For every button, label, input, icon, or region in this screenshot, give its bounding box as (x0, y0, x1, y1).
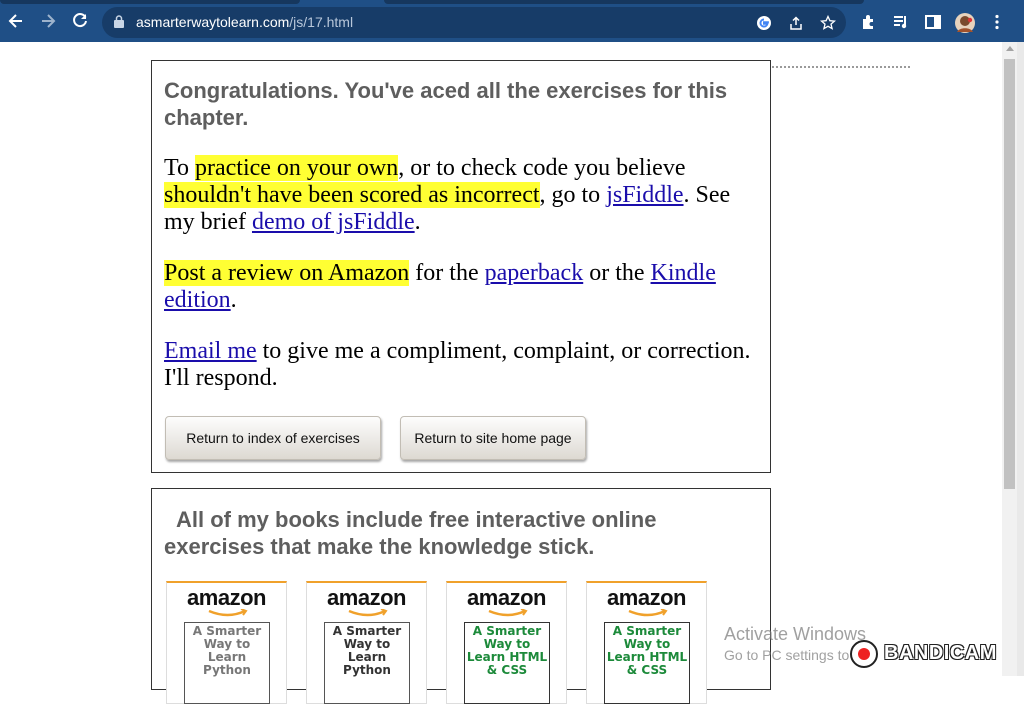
vertical-scrollbar[interactable] (1002, 42, 1017, 676)
amazon-smile-icon (348, 609, 388, 617)
book-card[interactable]: amazon A Smarter Way to Learn HTML & CSS (446, 581, 567, 704)
recorder-watermark: BANDICAM (850, 640, 1008, 670)
book-card[interactable]: amazon A Smarter Way to Learn Python (166, 581, 287, 704)
text-segment: , or to check code you believe (398, 155, 686, 181)
book-cover: A Smarter Way to Learn Python (324, 622, 410, 704)
record-icon (850, 640, 878, 668)
text-segment: . (414, 209, 421, 235)
amazon-logo: amazon (607, 585, 686, 610)
menu-icon[interactable] (988, 13, 1006, 31)
jsfiddle-link[interactable]: jsFiddle (606, 182, 683, 208)
text-segment: . (230, 287, 237, 313)
text-segment: or the (583, 260, 651, 286)
extensions-icon[interactable] (860, 13, 878, 31)
media-icon[interactable] (892, 13, 910, 31)
books-card: All of my books include free interactive… (151, 488, 771, 704)
amazon-smile-icon (208, 609, 248, 617)
book-title: A Smarter Way to Learn Python (332, 624, 402, 677)
lock-icon[interactable] (114, 15, 124, 28)
review-paragraph: Post a review on Amazon for the paperbac… (164, 260, 764, 314)
address-bar[interactable]: asmarterwaytolearn.com/js/17.html (102, 7, 846, 38)
back-icon[interactable] (6, 11, 26, 31)
tab-strip (0, 0, 1024, 4)
amazon-smile-icon (488, 609, 528, 617)
share-icon[interactable] (788, 15, 804, 31)
forward-icon[interactable] (38, 11, 58, 31)
url-domain: asmarterwaytolearn.com (136, 14, 290, 30)
activate-subtitle: Go to PC settings to (724, 647, 850, 663)
book-title: A Smarter Way to Learn Python (192, 624, 262, 677)
book-title: A Smarter Way to Learn HTML & CSS (606, 624, 688, 677)
return-to-index-button[interactable]: Return to index of exercises (165, 416, 381, 460)
amazon-smile-icon (628, 609, 668, 617)
books-heading: All of my books include free interactive… (164, 507, 657, 559)
amazon-logo: amazon (187, 585, 266, 610)
congrats-card: Congratulations. You've aced all the exe… (151, 60, 771, 473)
text-segment: To (164, 155, 195, 181)
activate-windows-watermark: Activate Windows Go to PC settings to (724, 624, 866, 663)
congrats-heading: Congratulations. You've aced all the exe… (164, 78, 728, 130)
highlight-incorrect: shouldn't have been scored as incorrect (164, 182, 540, 208)
jsfiddle-demo-link[interactable]: demo of jsFiddle (252, 209, 415, 235)
recorder-label: BANDICAM (884, 642, 997, 664)
highlight-practice: practice on your own (194, 155, 399, 181)
amazon-logo: amazon (327, 585, 406, 610)
url-text[interactable]: asmarterwaytolearn.com/js/17.html (136, 14, 353, 30)
book-cover: A Smarter Way to Learn HTML & CSS (464, 622, 550, 704)
tab-inactive[interactable] (0, 0, 300, 4)
paperback-link[interactable]: paperback (485, 260, 584, 286)
text-segment: , go to (539, 182, 607, 208)
email-me-link[interactable]: Email me (164, 338, 257, 364)
book-card[interactable]: amazon A Smarter Way to Learn HTML & CSS (586, 581, 707, 704)
profile-avatar[interactable] (954, 12, 976, 34)
book-cover: A Smarter Way to Learn Python (184, 622, 270, 704)
google-icon[interactable] (756, 15, 772, 31)
scrollbar-thumb[interactable] (1004, 59, 1015, 489)
reload-icon[interactable] (70, 11, 90, 31)
scroll-up-arrow-icon[interactable] (1006, 46, 1014, 51)
star-icon[interactable] (819, 14, 837, 31)
email-paragraph: Email me to give me a compliment, compla… (164, 338, 764, 392)
book-card[interactable]: amazon A Smarter Way to Learn Python (306, 581, 427, 704)
highlight-review: Post a review on Amazon (164, 260, 410, 286)
book-title: A Smarter Way to Learn HTML & CSS (466, 624, 548, 677)
browser-toolbar: asmarterwaytolearn.com/js/17.html (0, 0, 1024, 42)
window-edge (1017, 42, 1024, 676)
amazon-logo: amazon (467, 585, 546, 610)
practice-paragraph: To practice on your own, or to check cod… (164, 155, 764, 236)
url-path: /js/17.html (289, 14, 354, 30)
tab-active[interactable] (384, 0, 864, 4)
text-segment: for the (409, 260, 485, 286)
sidepanel-icon[interactable] (924, 13, 942, 31)
activate-title: Activate Windows (724, 624, 867, 644)
return-to-home-button[interactable]: Return to site home page (400, 416, 586, 460)
book-cover: A Smarter Way to Learn HTML & CSS (604, 622, 690, 704)
